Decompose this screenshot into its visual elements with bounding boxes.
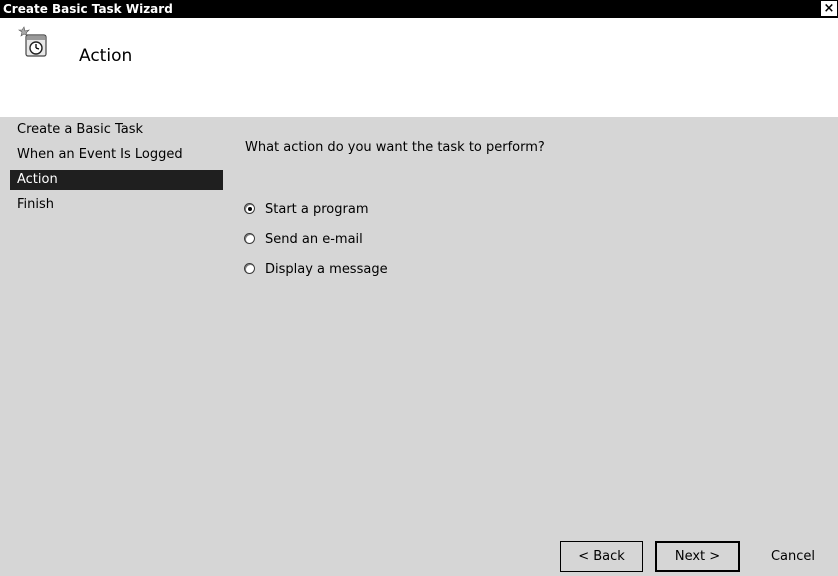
option-label: Start a program — [265, 202, 369, 217]
page-title: Action — [79, 46, 133, 66]
option-label: Display a message — [265, 262, 388, 277]
step-when-event-logged: When an Event Is Logged — [17, 147, 183, 162]
radio-send-email[interactable] — [244, 233, 255, 244]
title-bar: Create Basic Task Wizard × — [0, 0, 838, 18]
close-button[interactable]: × — [821, 1, 837, 16]
cancel-button[interactable]: Cancel — [750, 541, 836, 572]
step-action: Action — [10, 170, 223, 190]
window-title: Create Basic Task Wizard — [3, 2, 173, 16]
wizard-header: Action — [0, 18, 838, 117]
back-button[interactable]: < Back — [560, 541, 643, 572]
next-button[interactable]: Next > — [655, 541, 740, 572]
radio-display-message[interactable] — [244, 263, 255, 274]
option-send-email[interactable]: Send an e-mail — [244, 231, 388, 261]
question-text: What action do you want the task to perf… — [245, 140, 545, 155]
option-label: Send an e-mail — [265, 232, 363, 247]
wizard-steps: Create a Basic Task When an Event Is Log… — [10, 120, 223, 220]
option-display-message[interactable]: Display a message — [244, 261, 388, 291]
step-create-basic-task: Create a Basic Task — [17, 122, 144, 137]
radio-start-program[interactable] — [244, 203, 255, 214]
action-options: Start a program Send an e-mail Display a… — [244, 201, 388, 291]
option-start-program[interactable]: Start a program — [244, 201, 388, 231]
clock-task-icon — [18, 26, 47, 57]
step-finish: Finish — [17, 197, 55, 212]
action-prompt: What action do you want the task to perf… — [245, 140, 545, 156]
